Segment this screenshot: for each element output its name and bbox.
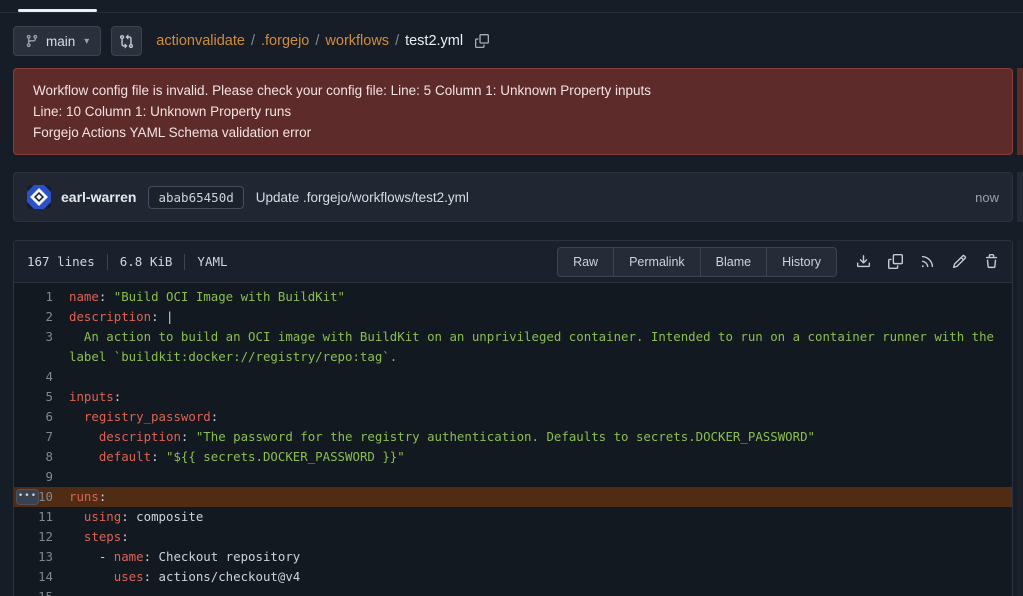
scroll-strip-commit — [1017, 172, 1023, 222]
code-line: 4 — [14, 367, 1012, 387]
chevron-down-icon: ▾ — [84, 36, 89, 47]
file-actions-group: Raw Permalink Blame History — [557, 247, 837, 277]
breadcrumb-repo-link[interactable]: actionvalidate — [156, 33, 245, 49]
line-content: name: "Build OCI Image with BuildKit" — [69, 287, 1012, 307]
line-content: runs: — [69, 487, 1012, 507]
compare-button[interactable] — [111, 26, 142, 56]
divider — [184, 254, 185, 270]
latest-commit-bar: earl-warren abab65450d Update .forgejo/w… — [13, 172, 1013, 222]
edit-pencil-icon[interactable] — [952, 254, 967, 269]
line-number[interactable]: 5 — [14, 387, 69, 407]
download-icon[interactable] — [856, 254, 871, 269]
code-line: 9 — [14, 467, 1012, 487]
line-number[interactable]: 3 — [14, 327, 69, 367]
line-content: - name: Checkout repository — [69, 547, 1012, 567]
commit-time: now — [975, 190, 999, 205]
commit-sha[interactable]: abab65450d — [148, 186, 243, 209]
error-line: Forgejo Actions YAML Schema validation e… — [33, 122, 993, 143]
commit-message[interactable]: Update .forgejo/workflows/test2.yml — [256, 190, 469, 205]
line-number[interactable]: 15 — [14, 587, 69, 596]
line-content: An action to build an OCI image with Bui… — [69, 327, 1012, 367]
code-viewer: 1name: "Build OCI Image with BuildKit"2d… — [14, 283, 1012, 596]
scroll-strip-banner — [1017, 68, 1023, 155]
line-content: registry_password: — [69, 407, 1012, 427]
file-header: 167 lines 6.8 KiB YAML Raw Permalink Bla… — [14, 241, 1012, 283]
workflow-error-banner: Workflow config file is invalid. Please … — [13, 68, 1013, 155]
code-line: 6 registry_password: — [14, 407, 1012, 427]
error-line: Line: 10 Column 1: Unknown Property runs — [33, 101, 993, 122]
breadcrumb-separator: / — [395, 33, 399, 49]
line-content: description: "The password for the regis… — [69, 427, 1012, 447]
delete-trash-icon[interactable] — [984, 254, 999, 269]
branch-selector-button[interactable]: main ▾ — [13, 26, 101, 56]
expand-context-ellipsis-button[interactable]: ••• — [16, 489, 39, 505]
rss-feed-icon[interactable] — [920, 254, 935, 269]
code-line: 7 description: "The password for the reg… — [14, 427, 1012, 447]
git-branch-icon — [25, 34, 39, 48]
line-number[interactable]: 4 — [14, 367, 69, 387]
divider — [107, 254, 108, 270]
breadcrumb-current-file: test2.yml — [405, 33, 463, 49]
code-line: 8 default: "${{ secrets.DOCKER_PASSWORD … — [14, 447, 1012, 467]
breadcrumb-dir-workflows-link[interactable]: workflows — [325, 33, 389, 49]
file-lines-count: 167 lines — [27, 254, 95, 269]
code-line: 2description: | — [14, 307, 1012, 327]
code-line: 14 uses: actions/checkout@v4 — [14, 567, 1012, 587]
raw-button[interactable]: Raw — [557, 247, 614, 277]
line-number[interactable]: 1 — [14, 287, 69, 307]
file-view: 167 lines 6.8 KiB YAML Raw Permalink Bla… — [13, 240, 1013, 596]
line-number[interactable]: 2 — [14, 307, 69, 327]
scroll-strip-code — [1017, 240, 1023, 596]
line-number[interactable]: 11 — [14, 507, 69, 527]
code-line: 12 steps: — [14, 527, 1012, 547]
branch-name-label: main — [46, 34, 75, 49]
code-line: •••10runs: — [14, 487, 1012, 507]
line-number[interactable]: 12 — [14, 527, 69, 547]
file-toolbar: main ▾ actionvalidate / .forgejo / workf… — [13, 26, 1013, 56]
repo-tab-bar — [0, 0, 1023, 13]
line-number[interactable]: 14 — [14, 567, 69, 587]
line-content: default: "${{ secrets.DOCKER_PASSWORD }}… — [69, 447, 1012, 467]
code-line: 13 - name: Checkout repository — [14, 547, 1012, 567]
code-line: 3 An action to build an OCI image with B… — [14, 327, 1012, 367]
line-content — [69, 467, 1012, 487]
history-button[interactable]: History — [766, 247, 837, 277]
breadcrumb: actionvalidate / .forgejo / workflows / … — [156, 33, 489, 49]
file-size: 6.8 KiB — [120, 254, 173, 269]
line-content: description: | — [69, 307, 1012, 327]
breadcrumb-separator: / — [315, 33, 319, 49]
line-content: steps: — [69, 527, 1012, 547]
line-number[interactable]: 9 — [14, 467, 69, 487]
commit-author[interactable]: earl-warren — [61, 189, 136, 205]
scrollbar-gutter[interactable] — [1017, 0, 1023, 596]
line-content: inputs: — [69, 387, 1012, 407]
avatar[interactable] — [27, 185, 51, 209]
blame-button[interactable]: Blame — [700, 247, 767, 277]
code-line: 11 using: composite — [14, 507, 1012, 527]
copy-content-icon[interactable] — [888, 254, 903, 269]
line-content — [69, 367, 1012, 387]
line-content: using: composite — [69, 507, 1012, 527]
line-number[interactable]: 6 — [14, 407, 69, 427]
line-content — [69, 587, 1012, 596]
breadcrumb-dir-forgejo-link[interactable]: .forgejo — [261, 33, 309, 49]
file-language: YAML — [197, 254, 227, 269]
error-line: Workflow config file is invalid. Please … — [33, 80, 993, 101]
line-number[interactable]: 13 — [14, 547, 69, 567]
code-line: 15 — [14, 587, 1012, 596]
code-line: 5inputs: — [14, 387, 1012, 407]
copy-path-icon[interactable] — [475, 34, 489, 48]
line-number[interactable]: 7 — [14, 427, 69, 447]
code-line: 1name: "Build OCI Image with BuildKit" — [14, 287, 1012, 307]
active-tab-indicator — [18, 9, 97, 12]
line-content: uses: actions/checkout@v4 — [69, 567, 1012, 587]
file-icon-actions — [856, 254, 999, 269]
breadcrumb-separator: / — [251, 33, 255, 49]
permalink-button[interactable]: Permalink — [613, 247, 701, 277]
git-compare-icon — [119, 34, 134, 49]
line-number[interactable]: 8 — [14, 447, 69, 467]
